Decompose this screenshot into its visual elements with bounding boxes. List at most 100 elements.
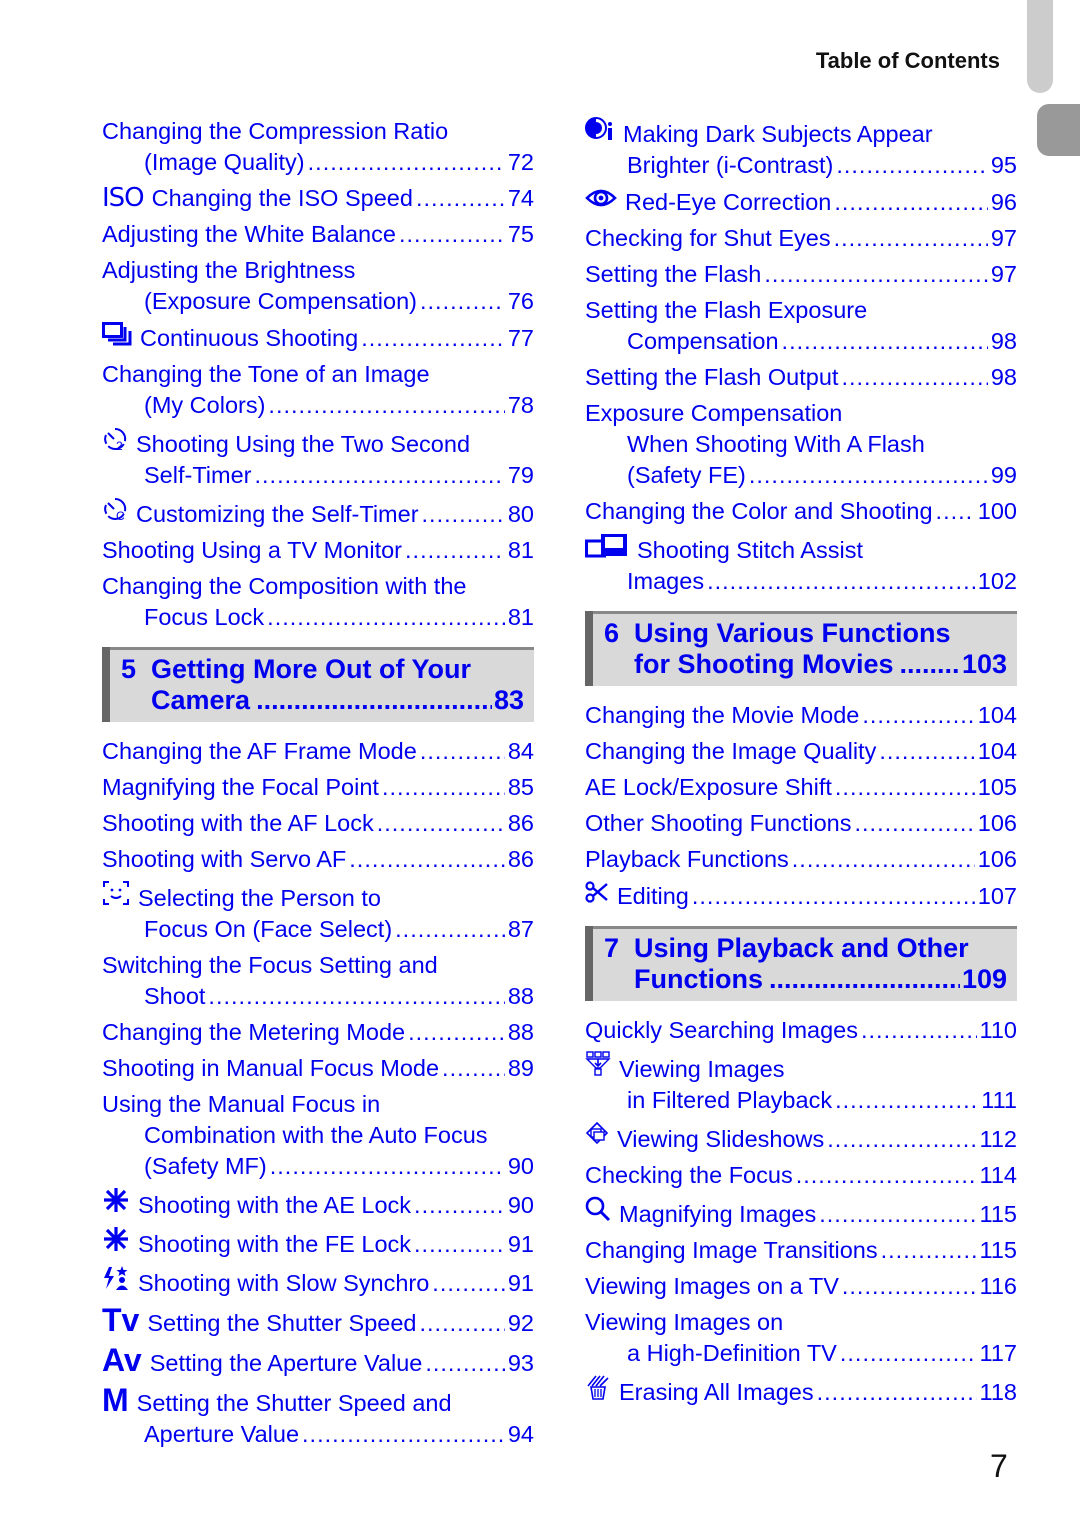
toc-entry[interactable]: Magnifying Images 115 bbox=[585, 1196, 1017, 1230]
dot-leader bbox=[834, 223, 988, 254]
toc-entry-title: Setting the Shutter Speed and bbox=[136, 1390, 452, 1416]
toc-entry[interactable]: Shooting with the FE Lock 91 bbox=[102, 1226, 534, 1260]
toc-entry-line: Changing the Movie Mode 104 bbox=[585, 700, 1017, 731]
toc-entry-title: Other Shooting Functions bbox=[585, 810, 852, 836]
toc-entry[interactable]: Changing the Metering Mode 88 bbox=[102, 1017, 534, 1048]
dot-leader bbox=[420, 736, 505, 767]
toc-entry[interactable]: Setting the Flash Output 98 bbox=[585, 362, 1017, 393]
toc-entry[interactable]: Changing the Tone of an Image (My Colors)… bbox=[102, 359, 534, 421]
toc-entry[interactable]: Shooting in Manual Focus Mode 89 bbox=[102, 1053, 534, 1084]
slow-synchro-icon bbox=[102, 1265, 130, 1291]
chapter-title: Functions bbox=[634, 964, 763, 994]
toc-entry[interactable]: Tv Setting the Shutter Speed 92 bbox=[102, 1304, 534, 1339]
toc-entry-line: C Customizing the Self-Timer 80 bbox=[102, 496, 534, 530]
toc-entry-line: Magnifying Images 115 bbox=[585, 1196, 1017, 1230]
toc-entry[interactable]: Quickly Searching Images 110 bbox=[585, 1015, 1017, 1046]
toc-entry[interactable]: Shooting with the AE Lock 90 bbox=[102, 1187, 534, 1221]
toc-entry[interactable]: Continuous Shooting 77 bbox=[102, 322, 534, 354]
toc-page-number: 75 bbox=[507, 221, 534, 247]
toc-entry[interactable]: Changing the Color and Shooting 100 bbox=[585, 496, 1017, 527]
toc-entry[interactable]: Adjusting the White Balance 75 bbox=[102, 219, 534, 250]
toc-entry[interactable]: Changing the Composition with the Focus L… bbox=[102, 571, 534, 633]
toc-entry[interactable]: Changing Image Transitions 115 bbox=[585, 1235, 1017, 1266]
toc-entry[interactable]: Adjusting the Brightness (Exposure Compen… bbox=[102, 255, 534, 317]
toc-entry-line: Viewing Images bbox=[585, 1051, 1017, 1085]
chapter-heading-5[interactable]: 5 Getting More Out of YourCamera 83 bbox=[102, 647, 534, 722]
toc-entry[interactable]: M Setting the Shutter Speed and Aperture V… bbox=[102, 1384, 534, 1450]
toc-entry[interactable]: Using the Manual Focus in Combination wit… bbox=[102, 1089, 534, 1182]
dot-leader bbox=[302, 1419, 505, 1450]
toc-entry-title: Shooting with the AF Lock bbox=[102, 810, 374, 836]
toc-entry[interactable]: Erasing All Images 118 bbox=[585, 1374, 1017, 1408]
dot-leader bbox=[819, 1199, 976, 1230]
dot-leader bbox=[842, 1271, 977, 1302]
tv-mode-icon: Tv bbox=[102, 1302, 140, 1338]
toc-entry-line: Self-Timer 79 bbox=[102, 460, 534, 491]
toc-entry[interactable]: Setting the Flash Exposure Compensation 98 bbox=[585, 295, 1017, 357]
scissors-icon bbox=[585, 880, 609, 904]
toc-entry[interactable]: Viewing Images on a High-Definition TV 117 bbox=[585, 1307, 1017, 1369]
dot-leader bbox=[414, 1190, 505, 1221]
toc-entry[interactable]: 2 Shooting Using the Two Second Self-Timer… bbox=[102, 426, 534, 491]
dot-leader bbox=[769, 964, 960, 995]
toc-entry[interactable]: Shooting with Slow Synchro 91 bbox=[102, 1265, 534, 1299]
toc-entry[interactable]: Changing the Movie Mode 104 bbox=[585, 700, 1017, 731]
toc-entry[interactable]: Shooting Using a TV Monitor 81 bbox=[102, 535, 534, 566]
dot-leader bbox=[836, 150, 988, 181]
toc-entry[interactable]: Checking the Focus 114 bbox=[585, 1160, 1017, 1191]
toc-entry[interactable]: Shooting with Servo AF 86 bbox=[102, 844, 534, 875]
chapter-heading-7[interactable]: 7 Using Playback and OtherFunctions 109 bbox=[585, 926, 1017, 1001]
toc-entry-line: Viewing Images on a TV 116 bbox=[585, 1271, 1017, 1302]
toc-entry[interactable]: C Customizing the Self-Timer 80 bbox=[102, 496, 534, 530]
toc-entry-line: (My Colors) 78 bbox=[102, 390, 534, 421]
toc-page-number: 107 bbox=[977, 883, 1017, 909]
svg-text:C: C bbox=[116, 509, 125, 522]
toc-entry-title: Viewing Images on bbox=[585, 1309, 784, 1335]
toc-entry-title: Changing the Image Quality bbox=[585, 738, 877, 764]
toc-entry-title: Brighter (i-Contrast) bbox=[627, 152, 834, 178]
toc-entry-line: Shooting with the AE Lock 90 bbox=[102, 1187, 534, 1221]
toc-page-number: 72 bbox=[507, 149, 534, 175]
toc-entry[interactable]: Playback Functions 106 bbox=[585, 844, 1017, 875]
toc-entry[interactable]: Making Dark Subjects Appear Brighter (i-C… bbox=[585, 116, 1017, 181]
toc-entry-line: Magnifying the Focal Point 85 bbox=[102, 772, 534, 803]
dot-leader bbox=[764, 259, 988, 290]
toc-entry[interactable]: Editing 107 bbox=[585, 880, 1017, 912]
toc-entry[interactable]: Selecting the Person to Focus On (Face Se… bbox=[102, 880, 534, 945]
toc-entry[interactable]: Changing the AF Frame Mode 84 bbox=[102, 736, 534, 767]
toc-entry[interactable]: Changing the Compression Ratio (Image Qua… bbox=[102, 116, 534, 178]
toc-entry[interactable]: Av Setting the Aperture Value 93 bbox=[102, 1344, 534, 1379]
toc-entry[interactable]: Switching the Focus Setting and Shoot 88 bbox=[102, 950, 534, 1012]
toc-entry-title: in Filtered Playback bbox=[627, 1087, 833, 1113]
toc-entry[interactable]: Viewing Slideshows 112 bbox=[585, 1121, 1017, 1155]
toc-entry[interactable]: Checking for Shut Eyes 97 bbox=[585, 223, 1017, 254]
toc-entry[interactable]: Setting the Flash 97 bbox=[585, 259, 1017, 290]
toc-entry-title: AE Lock/Exposure Shift bbox=[585, 774, 832, 800]
dot-leader bbox=[420, 286, 505, 317]
toc-entry[interactable]: Shooting Stitch Assist Images 102 bbox=[585, 532, 1017, 597]
toc-entry-title: Adjusting the White Balance bbox=[102, 221, 396, 247]
toc-entry[interactable]: Other Shooting Functions 106 bbox=[585, 808, 1017, 839]
toc-entry[interactable]: AE Lock/Exposure Shift 105 bbox=[585, 772, 1017, 803]
toc-entry-line: Shooting Using a TV Monitor 81 bbox=[102, 535, 534, 566]
dot-leader bbox=[405, 535, 505, 566]
toc-entry-title: Exposure Compensation bbox=[585, 400, 843, 426]
toc-entry-line: Tv Setting the Shutter Speed 92 bbox=[102, 1304, 534, 1339]
toc-entry[interactable]: Viewing Images on a TV 116 bbox=[585, 1271, 1017, 1302]
toc-entry[interactable]: Red-Eye Correction 96 bbox=[585, 186, 1017, 218]
toc-entry-title: Shooting in Manual Focus Mode bbox=[102, 1055, 440, 1081]
fe-lock-icon bbox=[102, 1226, 130, 1252]
toc-page-number: 93 bbox=[507, 1350, 534, 1376]
dot-leader bbox=[382, 772, 505, 803]
toc-entry[interactable]: Exposure Compensation When Shooting With … bbox=[585, 398, 1017, 491]
chapter-heading-6[interactable]: 6 Using Various Functions for Shooting Mov… bbox=[585, 611, 1017, 686]
toc-entry[interactable]: Viewing Images in Filtered Playback 111 bbox=[585, 1051, 1017, 1116]
toc-entry[interactable]: Changing the Image Quality 104 bbox=[585, 736, 1017, 767]
toc-entry[interactable]: Shooting with the AF Lock 86 bbox=[102, 808, 534, 839]
toc-entry-line: When Shooting With A Flash bbox=[585, 429, 1017, 460]
toc-entry-title: Continuous Shooting bbox=[140, 325, 359, 351]
toc-entry[interactable]: Magnifying the Focal Point 85 bbox=[102, 772, 534, 803]
toc-entry[interactable]: ISOChanging the ISO Speed 74 bbox=[102, 183, 534, 214]
toc-entry-title: Shooting with the FE Lock bbox=[138, 1231, 412, 1257]
toc-page-number: 97 bbox=[990, 225, 1017, 251]
